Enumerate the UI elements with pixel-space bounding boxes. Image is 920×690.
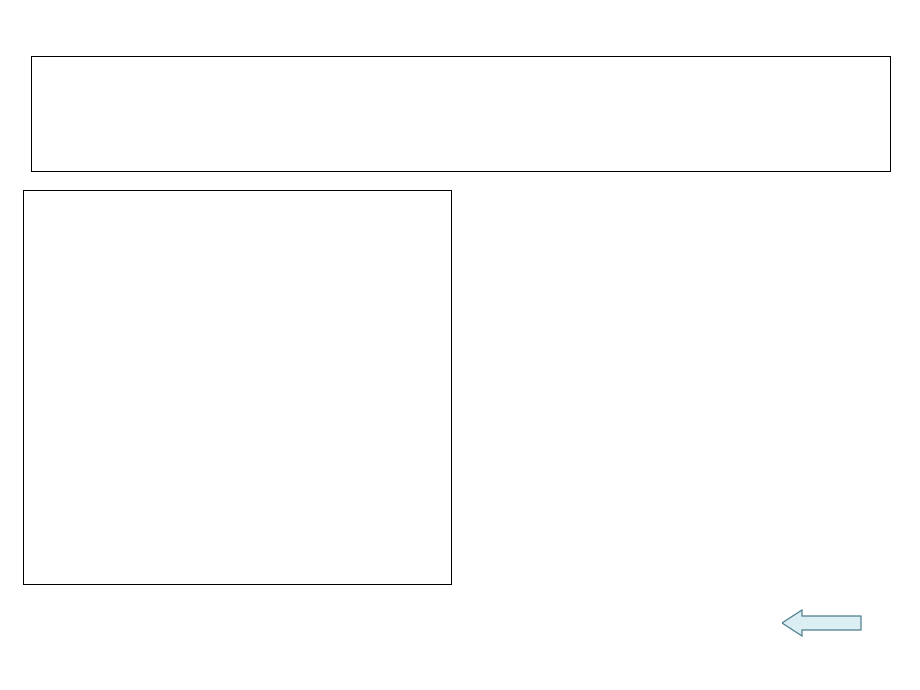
back-arrow-button[interactable] [782,608,862,638]
left-rectangle [23,190,452,585]
top-rectangle [31,56,891,172]
left-arrow-icon [782,608,862,638]
